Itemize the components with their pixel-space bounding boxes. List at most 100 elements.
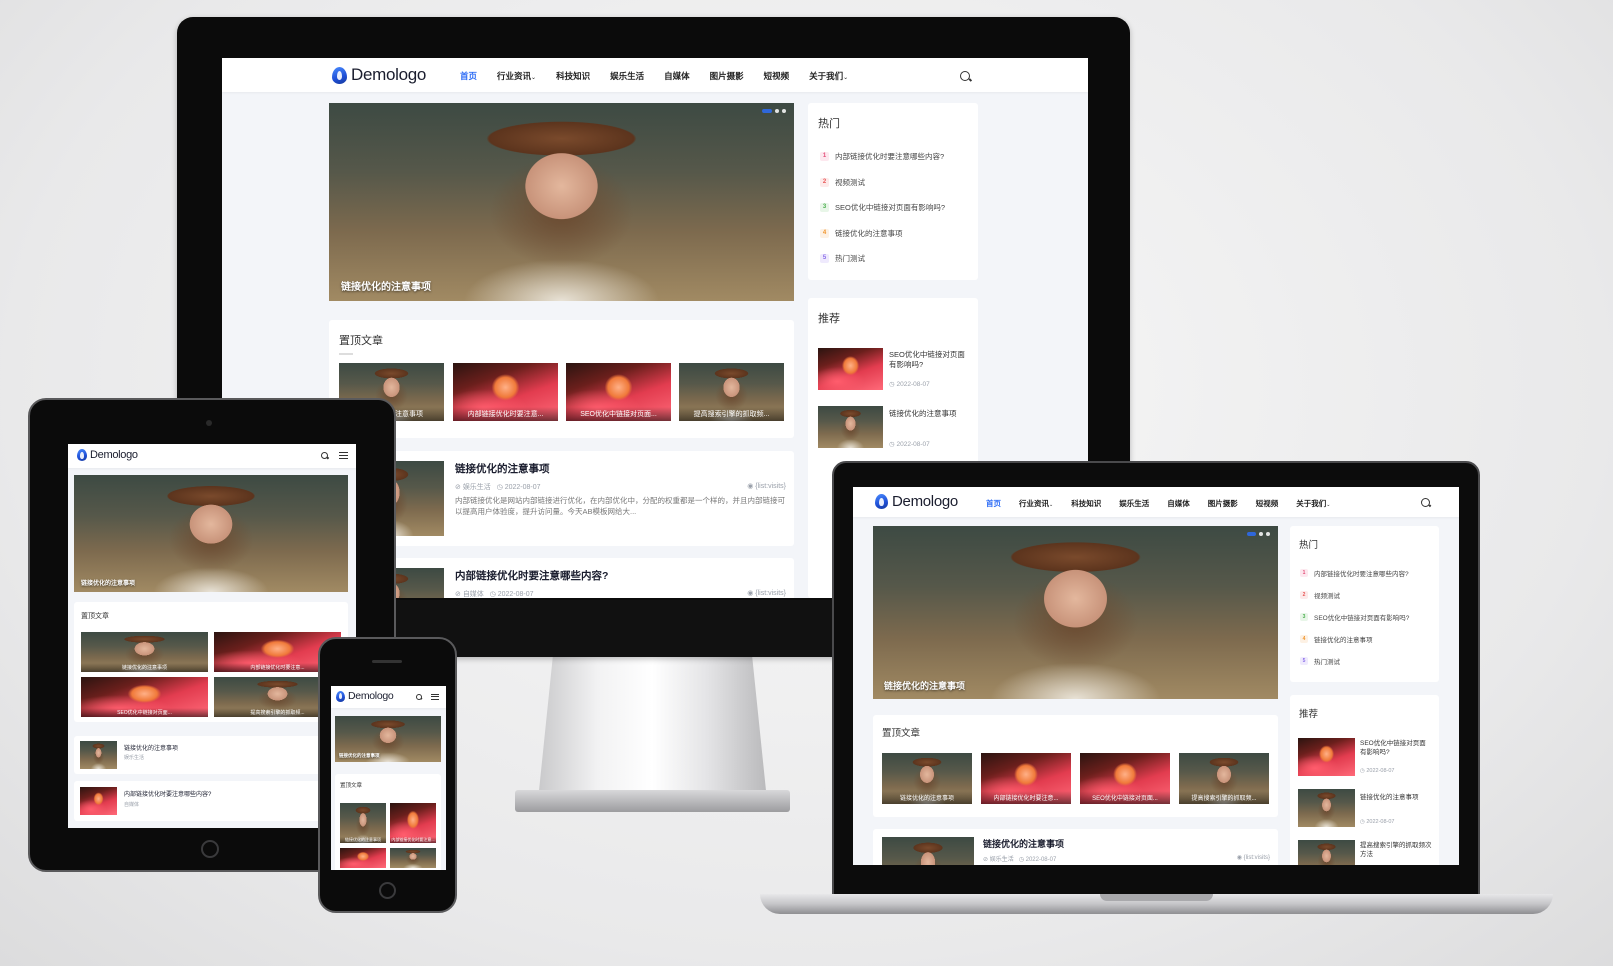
- nav-video[interactable]: 短视频: [764, 70, 790, 82]
- search-icon[interactable]: [960, 71, 970, 81]
- post-title[interactable]: 链接优化的注意事项: [983, 837, 1064, 850]
- chevron-down-icon: ⌄: [531, 75, 537, 81]
- post-thumb[interactable]: [80, 787, 117, 815]
- phone-home-button[interactable]: [379, 882, 396, 899]
- recommend-thumb[interactable]: [1298, 789, 1355, 827]
- sticky-thumb[interactable]: 内部链接优化时要注意...: [453, 363, 558, 421]
- nav-ent[interactable]: 娱乐生活: [610, 70, 644, 82]
- nav-media[interactable]: 自媒体: [1167, 498, 1190, 509]
- sticky-thumb[interactable]: 内部链接优化时要注意...: [390, 803, 436, 843]
- sticky-thumb[interactable]: [340, 848, 386, 868]
- search-icon[interactable]: [1421, 498, 1430, 507]
- recommend-item-title[interactable]: SEO优化中链接对页面有影响吗?: [1360, 740, 1432, 758]
- sticky-title: 置顶文章: [339, 335, 383, 347]
- nav-photo[interactable]: 图片摄影: [710, 70, 744, 82]
- recommend-thumb[interactable]: [818, 348, 883, 390]
- post-title[interactable]: 内部链接优化时要注意哪些内容?: [124, 789, 211, 798]
- recommend-item-title[interactable]: 链接优化的注意事项: [1360, 791, 1432, 801]
- sticky-thumb[interactable]: 链接优化的注意事项: [882, 753, 972, 804]
- post-thumb[interactable]: [80, 741, 117, 769]
- hot-item[interactable]: 2 视频测试: [1300, 590, 1340, 600]
- nav-industry[interactable]: 行业资讯⌄: [1019, 498, 1053, 509]
- sticky-thumb[interactable]: SEO优化中链接对页面...: [1080, 753, 1170, 804]
- rank-badge: 2: [820, 178, 829, 187]
- logo[interactable]: Demologo: [332, 65, 426, 85]
- hero-slider[interactable]: 链接优化的注意事项: [873, 526, 1278, 699]
- post-title[interactable]: 链接优化的注意事项: [124, 743, 178, 752]
- nav-about[interactable]: 关于我们⌄: [1296, 498, 1330, 509]
- hero-slider[interactable]: 链接优化的注意事项: [335, 716, 441, 762]
- post-thumb[interactable]: [882, 837, 974, 865]
- nav-home[interactable]: 首页: [986, 498, 1001, 509]
- recommend-title: 推荐: [1299, 709, 1319, 720]
- nav-home[interactable]: 首页: [460, 70, 477, 82]
- slider-dots[interactable]: [762, 109, 786, 113]
- recommend-item-title[interactable]: 提高搜索引擎的抓取频次方法: [1360, 842, 1432, 860]
- recommend-title: 推荐: [818, 313, 840, 325]
- sticky-thumb[interactable]: 内部链接优化时要注意...: [981, 753, 1071, 804]
- sticky-thumb[interactable]: [390, 848, 436, 868]
- post-item[interactable]: 链接优化的注意事项 娱乐生活: [74, 736, 348, 774]
- hero-slider[interactable]: 链接优化的注意事项: [329, 103, 794, 301]
- recommend-widget: 推荐 SEO优化中链接对页面有影响吗? ◷ 2022-08-07 链接优化的注意…: [1290, 695, 1439, 865]
- nav-tech[interactable]: 科技知识: [556, 70, 590, 82]
- nav-media[interactable]: 自媒体: [664, 70, 690, 82]
- logo-text: Demologo: [351, 65, 427, 84]
- logo[interactable]: Demologo: [77, 449, 138, 461]
- hot-item[interactable]: 4 链接优化的注意事项: [820, 228, 903, 239]
- hero-slider[interactable]: 链接优化的注意事项: [74, 475, 348, 592]
- logo[interactable]: Demologo: [336, 690, 394, 702]
- sticky-thumb[interactable]: SEO优化中链接对页面...: [81, 677, 208, 717]
- post-item[interactable]: 链接优化的注意事项 ⊘ 娱乐生活 ◷ 2022-08-07 ◉ {list:vi…: [329, 451, 794, 546]
- post-meta: ⊘ 娱乐生活 ◷ 2022-08-07: [455, 484, 541, 491]
- hot-item[interactable]: 1 内部链接优化时要注意哪些内容?: [820, 151, 944, 162]
- tablet-home-button[interactable]: [201, 840, 219, 858]
- nav-video[interactable]: 短视频: [1256, 498, 1279, 509]
- hot-item[interactable]: 1 内部链接优化时要注意哪些内容?: [1300, 568, 1409, 578]
- recommend-thumb[interactable]: [1298, 840, 1355, 865]
- nav-photo[interactable]: 图片摄影: [1208, 498, 1238, 509]
- post-meta: ⊘ 娱乐生活 ◷ 2022-08-07: [983, 857, 1057, 863]
- logo[interactable]: Demologo: [875, 493, 958, 510]
- post-item[interactable]: 链接优化的注意事项 ⊘ 娱乐生活 ◷ 2022-08-07 ◉ {list:vi…: [873, 829, 1278, 865]
- sticky-title: 置顶文章: [340, 783, 363, 789]
- sticky-thumb[interactable]: SEO优化中链接对页面...: [566, 363, 671, 421]
- hot-item[interactable]: 3 SEO优化中链接对页面有影响吗?: [1300, 612, 1409, 622]
- nav-ent[interactable]: 娱乐生活: [1119, 498, 1149, 509]
- main-menu: 首页 行业资讯⌄ 科技知识 娱乐生活 自媒体 图片摄影 短视频 关于我们⌄: [986, 498, 1330, 509]
- recommend-thumb[interactable]: [1298, 738, 1355, 776]
- sticky-thumb[interactable]: 提高搜索引擎的抓取频...: [1179, 753, 1269, 804]
- sticky-thumb[interactable]: 提高搜索引擎的抓取频...: [679, 363, 784, 421]
- hot-item[interactable]: 4 链接优化的注意事项: [1300, 634, 1373, 644]
- nav-industry[interactable]: 行业资讯⌄: [497, 70, 536, 82]
- search-icon[interactable]: [321, 452, 328, 459]
- hot-item[interactable]: 3 SEO优化中链接对页面有影响吗?: [820, 202, 945, 213]
- nav-tech[interactable]: 科技知识: [1071, 498, 1101, 509]
- logo-text: Demologo: [348, 690, 394, 702]
- hot-item[interactable]: 2 视频测试: [820, 177, 865, 188]
- post-title[interactable]: 内部链接优化时要注意哪些内容?: [455, 568, 608, 583]
- post-meta: ⊘ 自媒体 ◷ 2022-08-07: [455, 591, 534, 598]
- recommend-item-title[interactable]: SEO优化中链接对页面有影响吗?: [889, 350, 971, 370]
- menu-icon[interactable]: [431, 694, 439, 700]
- tablet-screen: Demologo 链接优化的注意事项 置顶文章 链接优化的注意事项 内部链接优化…: [68, 444, 356, 828]
- recommend-item-title[interactable]: 链接优化的注意事项: [889, 408, 971, 419]
- chevron-down-icon: ⌄: [1326, 502, 1331, 508]
- post-title[interactable]: 链接优化的注意事项: [455, 461, 550, 476]
- search-icon[interactable]: [416, 694, 422, 700]
- logo-flame-icon: [336, 690, 345, 702]
- menu-icon[interactable]: [339, 452, 348, 459]
- sticky-thumb[interactable]: 链接优化的注意事项: [340, 803, 386, 843]
- sticky-widget: 置顶文章 链接优化的注意事项 内部链接优化时要注意... SEO优化中链接对页面…: [873, 715, 1278, 817]
- hot-item[interactable]: 5 热门测试: [1300, 656, 1340, 666]
- nav-about[interactable]: 关于我们⌄: [809, 70, 848, 82]
- post-item[interactable]: 内部链接优化时要注意哪些内容? ⊘ 自媒体 ◷ 2022-08-07 ◉ {li…: [329, 558, 794, 598]
- slider-caption: 链接优化的注意事项: [341, 282, 431, 293]
- slider-dots[interactable]: [1247, 532, 1270, 536]
- sticky-thumb[interactable]: 链接优化的注意事项: [81, 632, 208, 672]
- recommend-date: ◷ 2022-08-07: [889, 381, 930, 388]
- post-item[interactable]: 内部链接优化时要注意哪些内容? 自媒体: [74, 781, 348, 821]
- recommend-thumb[interactable]: [818, 406, 883, 448]
- hot-item[interactable]: 5 热门测试: [820, 253, 865, 264]
- rank-badge: 4: [1300, 635, 1308, 643]
